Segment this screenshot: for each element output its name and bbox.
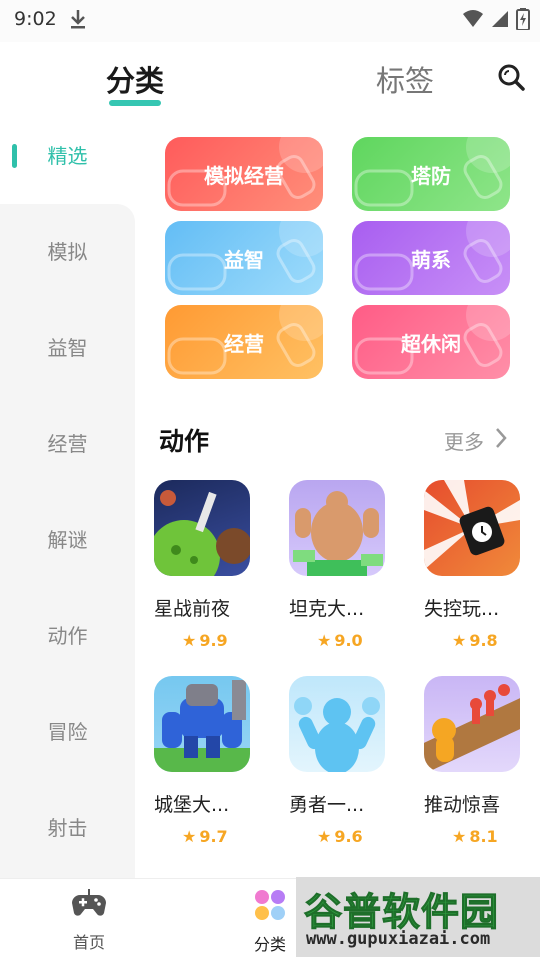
category-chip-label: 超休闲 [401, 331, 461, 356]
star-icon: ★ [182, 827, 197, 846]
sidebar-item-management[interactable]: 经营 [0, 424, 135, 464]
category-chip-sim-management[interactable]: 模拟经营 [165, 137, 323, 211]
sidebar-item-simulation[interactable]: 模拟 [0, 232, 135, 272]
game-card[interactable]: 坦克大... ★ 9.0 [289, 480, 399, 650]
game-rating-value: 9.7 [199, 827, 228, 846]
game-card[interactable]: 星战前夜 ★ 9.9 [154, 480, 264, 650]
category-chip-tower-defense[interactable]: 塔防 [352, 137, 510, 211]
star-icon: ★ [452, 827, 467, 846]
game-card[interactable]: 城堡大... ★ 9.7 [154, 676, 264, 846]
game-icon [424, 480, 520, 576]
game-name: 推动惊喜 [424, 794, 501, 816]
game-name: 星战前夜 [154, 598, 231, 620]
game-name: 城堡大... [154, 794, 230, 816]
game-card[interactable]: 勇者一... ★ 9.6 [289, 676, 399, 846]
category-chip-label: 萌系 [411, 247, 451, 272]
game-name: 坦克大... [289, 598, 365, 620]
download-icon [68, 8, 88, 34]
sidebar-item-shooting[interactable]: 射击 [0, 808, 135, 848]
game-rating: ★ 9.0 [289, 631, 399, 650]
game-icon [289, 480, 385, 576]
top-tab-bar: 分类 标签 [0, 42, 540, 120]
category-chip-casual[interactable]: 超休闲 [352, 305, 510, 379]
category-chip-management[interactable]: 经营 [165, 305, 323, 379]
search-icon[interactable] [496, 62, 526, 92]
game-rating-value: 9.6 [334, 827, 363, 846]
game-rating-value: 9.8 [469, 631, 498, 650]
game-card[interactable]: 推动惊喜 ★ 8.1 [424, 676, 534, 846]
nav-home-label: 首页 [72, 933, 105, 952]
more-label: 更多 [444, 430, 484, 454]
site-watermark: 谷普软件园 www.gupuxiazai.com [296, 877, 540, 957]
category-chip-cute[interactable]: 萌系 [352, 221, 510, 295]
game-rating: ★ 9.7 [154, 827, 264, 846]
game-icon [424, 676, 520, 772]
game-icon [154, 480, 250, 576]
status-bar: 9:02 [0, 0, 540, 42]
sidebar-item-puzzle[interactable]: 益智 [0, 328, 135, 368]
wifi-icon [462, 9, 484, 33]
star-icon: ★ [317, 631, 332, 650]
star-icon: ★ [317, 827, 332, 846]
section-title: 动作 [159, 427, 210, 456]
more-link[interactable]: 更多 [444, 426, 508, 455]
watermark-title: 谷普软件园 [303, 890, 500, 935]
category-chip-label: 益智 [224, 247, 264, 272]
game-rating: ★ 9.6 [289, 827, 399, 846]
category-chip-label: 模拟经营 [204, 163, 284, 188]
tab-tags[interactable]: 标签 [376, 58, 434, 100]
game-rating-value: 9.9 [199, 631, 228, 650]
game-icon [154, 676, 250, 772]
active-tab-indicator [109, 100, 161, 106]
game-rating: ★ 9.8 [424, 631, 534, 650]
star-icon: ★ [182, 631, 197, 650]
game-icon [289, 676, 385, 772]
game-rating: ★ 9.9 [154, 631, 264, 650]
tab-category[interactable]: 分类 [106, 58, 164, 100]
game-rating: ★ 8.1 [424, 827, 534, 846]
chevron-right-icon [494, 427, 508, 454]
sidebar-item-riddle[interactable]: 解谜 [0, 520, 135, 560]
game-rating-value: 8.1 [469, 827, 498, 846]
category-grid-icon [254, 890, 286, 925]
gamepad-icon [72, 889, 106, 923]
category-sidebar: 精选 模拟 益智 经营 解谜 动作 冒险 射击 [0, 120, 135, 878]
nav-home[interactable]: 首页 [49, 889, 129, 953]
battery-icon [516, 8, 530, 34]
game-name: 勇者一... [289, 794, 365, 816]
game-name: 失控玩... [424, 598, 500, 620]
star-icon: ★ [452, 631, 467, 650]
game-card[interactable]: 失控玩... ★ 9.8 [424, 480, 534, 650]
sidebar-item-action[interactable]: 动作 [0, 616, 135, 656]
category-chip-label: 经营 [224, 331, 264, 356]
watermark-url: www.gupuxiazai.com [306, 929, 491, 949]
category-chip-label: 塔防 [411, 163, 451, 188]
game-rating-value: 9.0 [334, 631, 363, 650]
sidebar-item-featured[interactable]: 精选 [0, 136, 135, 176]
status-time: 9:02 [14, 8, 57, 30]
sidebar-item-adventure[interactable]: 冒险 [0, 712, 135, 752]
category-chip-puzzle[interactable]: 益智 [165, 221, 323, 295]
signal-icon [490, 9, 510, 33]
